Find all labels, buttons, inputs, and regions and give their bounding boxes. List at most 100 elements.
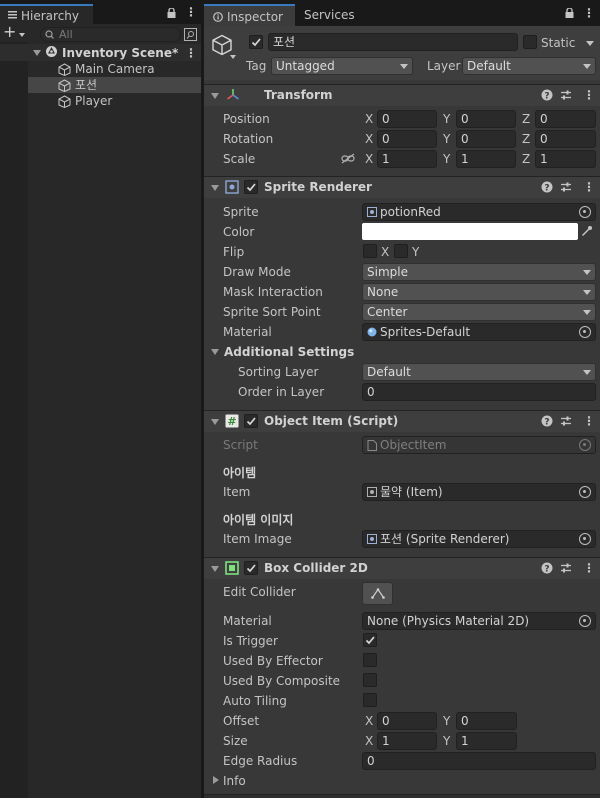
position-x-field[interactable]: 0 [377,110,437,128]
draw-mode-dropdown[interactable]: Simple [362,263,596,281]
scale-x-field[interactable]: 1 [377,150,437,168]
presets-icon[interactable] [560,181,572,193]
presets-icon[interactable] [560,562,572,574]
help-icon[interactable]: ? [541,181,553,193]
eyedropper-icon[interactable] [581,225,593,237]
presets-icon[interactable] [560,89,572,101]
inspector-lock-icon[interactable] [565,8,574,18]
axis-z-label[interactable]: Z [522,152,530,166]
hierarchy-menu-icon[interactable]: ⋮ [185,5,197,19]
constrain-proportions-icon[interactable] [341,153,355,164]
hierarchy-item-player[interactable]: Player [28,93,201,109]
axis-y-label[interactable]: Y [443,734,450,748]
help-icon[interactable]: ? [541,89,553,101]
static-dropdown-icon[interactable] [586,41,594,46]
axis-x-label[interactable]: X [365,112,373,126]
flip-x-checkbox[interactable] [363,244,377,258]
offset-y-field[interactable]: 0 [456,712,517,730]
box-collider-header[interactable]: Box Collider 2D ? ⋮ [204,557,600,579]
info-foldout-icon[interactable] [213,776,219,784]
box-collider-foldout-icon[interactable] [211,566,219,572]
physics-material-field[interactable]: None (Physics Material 2D) [362,612,596,630]
edge-radius-field[interactable]: 0 [362,752,596,770]
axis-x-label[interactable]: X [365,734,373,748]
tab-services[interactable]: Services [295,4,365,26]
object-picker-icon[interactable] [579,486,591,498]
icon-dropdown-icon[interactable] [230,55,236,59]
axis-y-label[interactable]: Y [443,714,450,728]
axis-z-label[interactable]: Z [522,132,530,146]
object-picker-icon[interactable] [579,615,591,627]
axis-z-label[interactable]: Z [522,112,530,126]
axis-y-label[interactable]: Y [443,152,450,166]
axis-y-label[interactable]: Y [443,132,450,146]
sprite-field[interactable]: potionRed [362,203,596,221]
scale-y-field[interactable]: 1 [456,150,516,168]
hierarchy-item-main-camera[interactable]: Main Camera [28,61,201,77]
axis-x-label[interactable]: X [365,152,373,166]
axis-x-label[interactable]: X [365,714,373,728]
object-picker-icon[interactable] [579,326,591,338]
inspector-menu-icon[interactable]: ⋮ [583,6,595,20]
active-checkbox[interactable] [249,35,263,49]
rotation-x-field[interactable]: 0 [377,130,437,148]
tab-hierarchy[interactable]: Hierarchy [0,4,93,24]
transform-foldout-icon[interactable] [211,93,219,99]
color-swatch[interactable] [362,223,578,240]
hierarchy-item-potion[interactable]: 포션 [28,77,201,93]
sprite-renderer-foldout-icon[interactable] [211,185,219,191]
sprite-sort-point-dropdown[interactable]: Center [362,303,596,321]
component-menu-icon[interactable]: ⋮ [583,180,595,194]
object-item-foldout-icon[interactable] [211,419,219,425]
rotation-z-field[interactable]: 0 [535,130,596,148]
auto-tiling-checkbox[interactable] [363,693,377,707]
mask-interaction-dropdown[interactable]: None [362,283,596,301]
component-menu-icon[interactable]: ⋮ [583,88,595,102]
material-field[interactable]: Sprites-Default [362,323,596,341]
help-icon[interactable]: ? [541,415,553,427]
is-trigger-checkbox[interactable] [363,633,377,647]
scene-menu-icon[interactable]: ⋮ [185,46,197,60]
additional-settings-foldout-icon[interactable] [211,349,219,355]
scene-row[interactable]: Inventory Scene* ⋮ [0,44,201,61]
sprite-renderer-enabled-checkbox[interactable] [244,180,258,194]
tag-dropdown[interactable]: Untagged [271,57,413,75]
object-item-enabled-checkbox[interactable] [244,414,258,428]
info-label[interactable]: Info [223,774,246,788]
item-image-field[interactable]: 포션 (Sprite Renderer) [362,530,596,548]
static-checkbox[interactable] [523,35,537,49]
rotation-y-field[interactable]: 0 [456,130,516,148]
flip-y-checkbox[interactable] [394,244,408,258]
scene-visibility-icon[interactable] [184,28,197,41]
sorting-layer-dropdown[interactable]: Default [362,363,596,381]
help-icon[interactable]: ? [541,562,553,574]
hierarchy-search-input[interactable]: All [40,27,181,42]
scene-expand-icon[interactable] [33,50,41,56]
used-by-composite-checkbox[interactable] [363,673,377,687]
axis-x-label[interactable]: X [365,132,373,146]
add-icon[interactable]: + [3,24,16,40]
edit-collider-button[interactable] [362,582,393,605]
object-picker-icon[interactable] [579,206,591,218]
lock-icon[interactable] [167,8,176,18]
item-field[interactable]: 물약 (Item) [362,483,596,501]
size-x-field[interactable]: 1 [377,732,437,750]
offset-x-field[interactable]: 0 [377,712,437,730]
axis-y-label[interactable]: Y [443,112,450,126]
component-menu-icon[interactable]: ⋮ [583,561,595,575]
box-collider-enabled-checkbox[interactable] [244,561,258,575]
used-by-effector-checkbox[interactable] [363,653,377,667]
gameobject-large-icon[interactable] [211,34,233,56]
object-item-header[interactable]: # Object Item (Script) ? ⋮ [204,410,600,432]
layer-dropdown[interactable]: Default [462,57,596,75]
presets-icon[interactable] [560,415,572,427]
scale-z-field[interactable]: 1 [535,150,596,168]
tab-inspector[interactable]: Inspector [204,4,295,26]
sprite-renderer-header[interactable]: Sprite Renderer ? ⋮ [204,176,600,198]
position-y-field[interactable]: 0 [456,110,516,128]
object-name-field[interactable]: 포션 [268,33,518,51]
transform-header[interactable]: Transform ? ⋮ [204,84,600,106]
additional-settings-label[interactable]: Additional Settings [224,345,354,359]
object-picker-icon[interactable] [579,533,591,545]
position-z-field[interactable]: 0 [535,110,596,128]
